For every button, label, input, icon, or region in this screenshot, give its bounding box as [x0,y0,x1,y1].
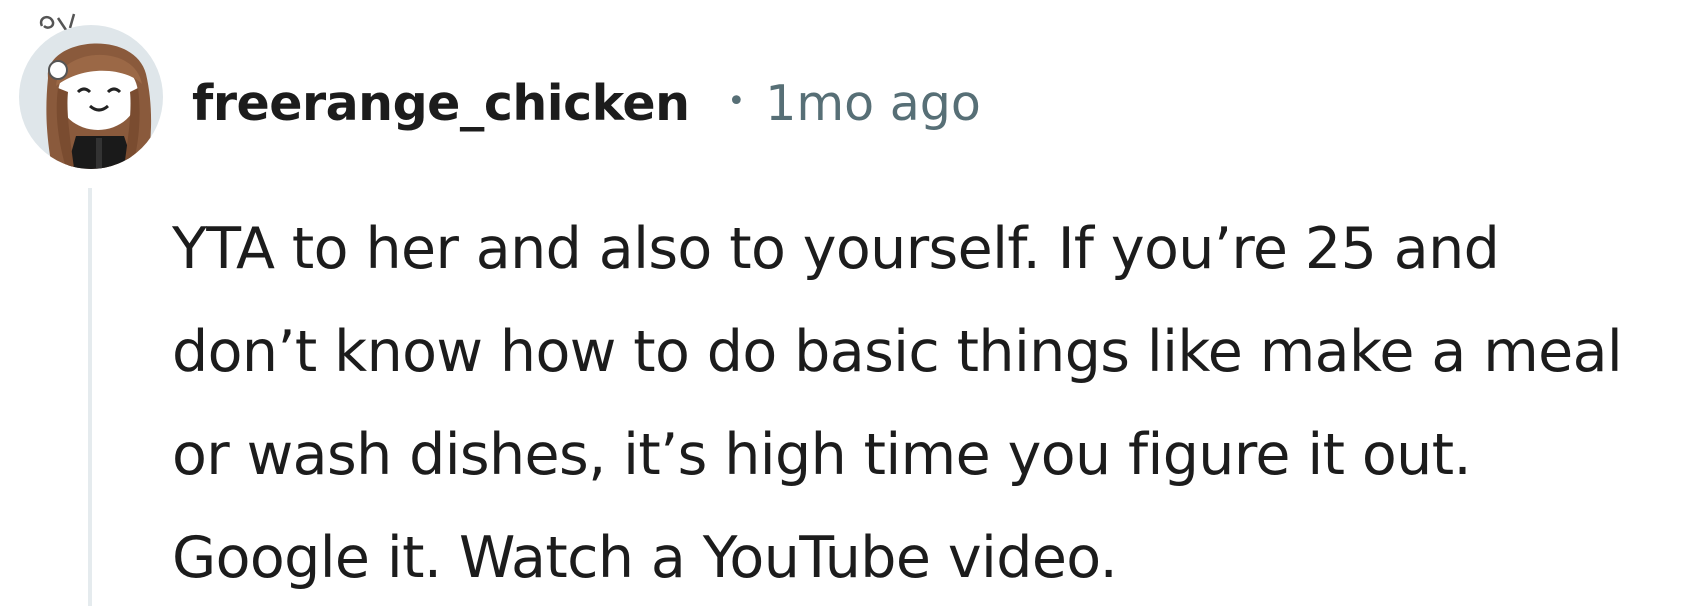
cartoon-girl-avatar-icon [19,13,163,169]
author-username[interactable]: freerange_chicken [192,75,690,132]
user-avatar[interactable] [14,8,168,174]
comment-timestamp[interactable]: 1mo ago [765,75,981,132]
comment-body: YTA to her and also to yourself. If you’… [172,216,1623,591]
meta-separator: • [727,83,746,119]
comment-card: freerange_chicken • 1mo ago YTA to her a… [0,0,1686,606]
thread-line[interactable] [88,188,92,606]
comment-header: freerange_chicken • 1mo ago [192,68,981,138]
